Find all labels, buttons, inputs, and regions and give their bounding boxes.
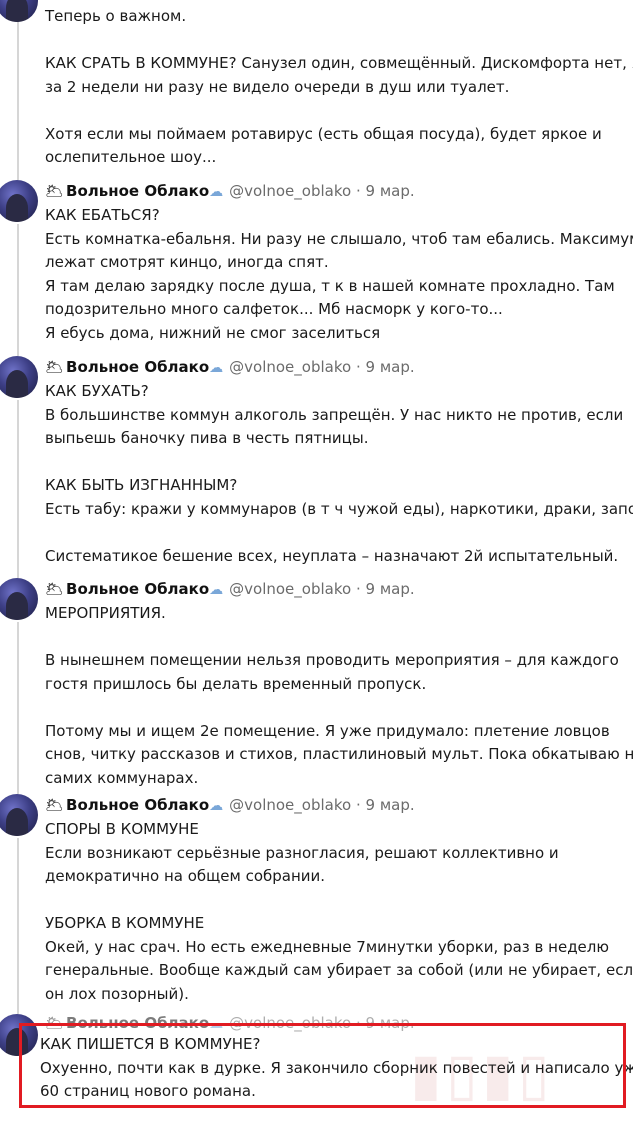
tweet-text-line (45, 696, 625, 720)
tweet-text-line: самих коммунарах. (45, 768, 199, 787)
avatar[interactable] (0, 794, 38, 836)
tweet-text-line (45, 626, 625, 650)
dot-separator: · (355, 358, 361, 376)
tweet-text-line: подозрительно много салфеток... Мб насмо… (45, 300, 503, 318)
tweet-text-line: КАК БУХАТЬ? (45, 382, 149, 400)
tweet-text-line: за 2 недели ни разу не видело очереди в … (45, 77, 510, 96)
tweet-text-line: ослепительное шоу... (45, 148, 217, 166)
tweet-date[interactable]: 9 мар. (366, 358, 415, 376)
author-handle[interactable]: @volnoe_oblako (229, 580, 351, 598)
tweet-text-line: В большинстве коммун алкоголь запрещён. … (45, 405, 624, 424)
avatar[interactable] (0, 578, 38, 620)
sun-behind-cloud-icon: 🌥 (45, 182, 65, 200)
tweet-header: 🌥 Вольное Облако☁ @volnoe_oblako · 9 мар. (45, 792, 625, 818)
sun-behind-cloud-icon: 🌥 (45, 358, 65, 376)
highlight-frame (19, 1023, 626, 1108)
cloud-icon: ☁ (209, 582, 224, 598)
thread-line (17, 400, 19, 578)
tweet-text-line: В нынешнем помещении нельзя проводить ме… (45, 651, 619, 669)
tweet-text-line: КАК ЕБАТЬСЯ? (45, 206, 160, 224)
tweet-date[interactable]: 9 мар. (366, 796, 415, 814)
tweet-header: 🌥 Вольное Облако☁ @volnoe_oblako · 9 мар. (45, 576, 625, 602)
tweet-text-line: лежат смотрят кинцо, иногда спят. (45, 253, 329, 271)
tweet-text-line: Систематикое бешение всех, неуплата – на… (45, 546, 619, 565)
tweet-text-line (45, 521, 625, 545)
author-name[interactable]: Вольное Облако (66, 358, 209, 376)
thread-line (17, 622, 19, 794)
tweet-text-line: Хотя если мы поймаем ротавирус (есть общ… (45, 124, 602, 143)
tweet-text-line: КАК СРАТЬ В КОММУНЕ? Санузел один, совме… (45, 54, 633, 72)
author-handle[interactable]: @volnoe_oblako (229, 358, 351, 376)
avatar[interactable] (0, 180, 38, 222)
tweet-text-line: КАК БЫТЬ ИЗГНАННЫМ? (45, 476, 238, 494)
cloud-icon: ☁ (209, 184, 224, 200)
tweet-text-line: СПОРЫ В КОММУНЕ (45, 820, 199, 838)
thread-line (17, 20, 19, 180)
tweet[interactable]: 🌥 Вольное Облако☁ @volnoe_oblako · 9 мар. … (45, 178, 633, 345)
tweet-text-line: Окей, у нас срач. Но есть ежедневные 7ми… (45, 937, 610, 956)
tweet-text-line: снов, читку рассказов и стихов, пластили… (45, 745, 633, 763)
sun-behind-cloud-icon: 🌥 (45, 580, 65, 598)
tweet-date[interactable]: 9 мар. (366, 580, 415, 598)
thread-line (17, 838, 19, 1014)
tweet-text-line (45, 99, 625, 123)
tweet-text-line: Я там делаю зарядку после душа, т к в на… (45, 276, 615, 295)
sun-behind-cloud-icon: 🌥 (45, 796, 65, 814)
tweet-text-line: выпьешь баночку пива в честь пятницы. (45, 429, 369, 447)
tweet[interactable]: Теперь о важном. КАК СРАТЬ В КОММУНЕ? Са… (45, 5, 633, 170)
tweet-text-line: Я ебусь дома, нижний не смог заселиться (45, 323, 381, 342)
tweet-text-line (45, 889, 625, 913)
tweet-text-line: Потому мы и ищем 2е помещение. Я уже при… (45, 721, 610, 740)
tweet-text-line: УБОРКА В КОММУНЕ (45, 914, 205, 932)
tweet-text-line: гостя пришлось бы делать временный пропу… (45, 674, 427, 693)
dot-separator: · (355, 182, 361, 200)
tweet-text-line: демократично на общем собрании. (45, 867, 326, 885)
avatar[interactable] (0, 356, 38, 398)
tweet-text-line (45, 29, 625, 53)
dot-separator: · (355, 796, 361, 814)
tweet[interactable]: 🌥 Вольное Облако☁ @volnoe_oblako · 9 мар. … (45, 576, 633, 790)
author-handle[interactable]: @volnoe_oblako (229, 182, 351, 200)
thread-line (17, 224, 19, 356)
tweet-text-line (45, 451, 625, 475)
tweet-text-line: Есть табу: кражи у коммунаров (в т ч чуж… (45, 499, 633, 518)
tweet-text-line: генеральные. Вообще каждый сам убирает з… (45, 961, 633, 979)
author-name[interactable]: Вольное Облако (66, 182, 209, 200)
tweet-text-line: Теперь о важном. (45, 7, 187, 25)
tweet-date[interactable]: 9 мар. (366, 182, 415, 200)
tweet-header: 🌥 Вольное Облако☁ @volnoe_oblako · 9 мар. (45, 354, 625, 380)
avatar[interactable] (0, 0, 38, 22)
author-handle[interactable]: @volnoe_oblako (229, 796, 351, 814)
author-name[interactable]: Вольное Облако (66, 796, 209, 814)
tweet-text-line: Если возникают серьёзные разногласия, ре… (45, 843, 559, 862)
cloud-icon: ☁ (209, 360, 224, 376)
cloud-icon: ☁ (209, 798, 224, 814)
dot-separator: · (355, 580, 361, 598)
tweet-text-line: Есть комнатка-ебальня. Ни разу не слышал… (45, 229, 633, 248)
tweet-text-line: он лох позорный). (45, 984, 189, 1003)
tweet[interactable]: 🌥 Вольное Облако☁ @volnoe_oblako · 9 мар. … (45, 792, 633, 1006)
tweet-header: 🌥 Вольное Облако☁ @volnoe_oblako · 9 мар. (45, 178, 625, 204)
tweet-text-line: МЕРОПРИЯТИЯ. (45, 604, 166, 622)
author-name[interactable]: Вольное Облако (66, 580, 209, 598)
tweet[interactable]: 🌥 Вольное Облако☁ @volnoe_oblako · 9 мар. … (45, 354, 633, 568)
